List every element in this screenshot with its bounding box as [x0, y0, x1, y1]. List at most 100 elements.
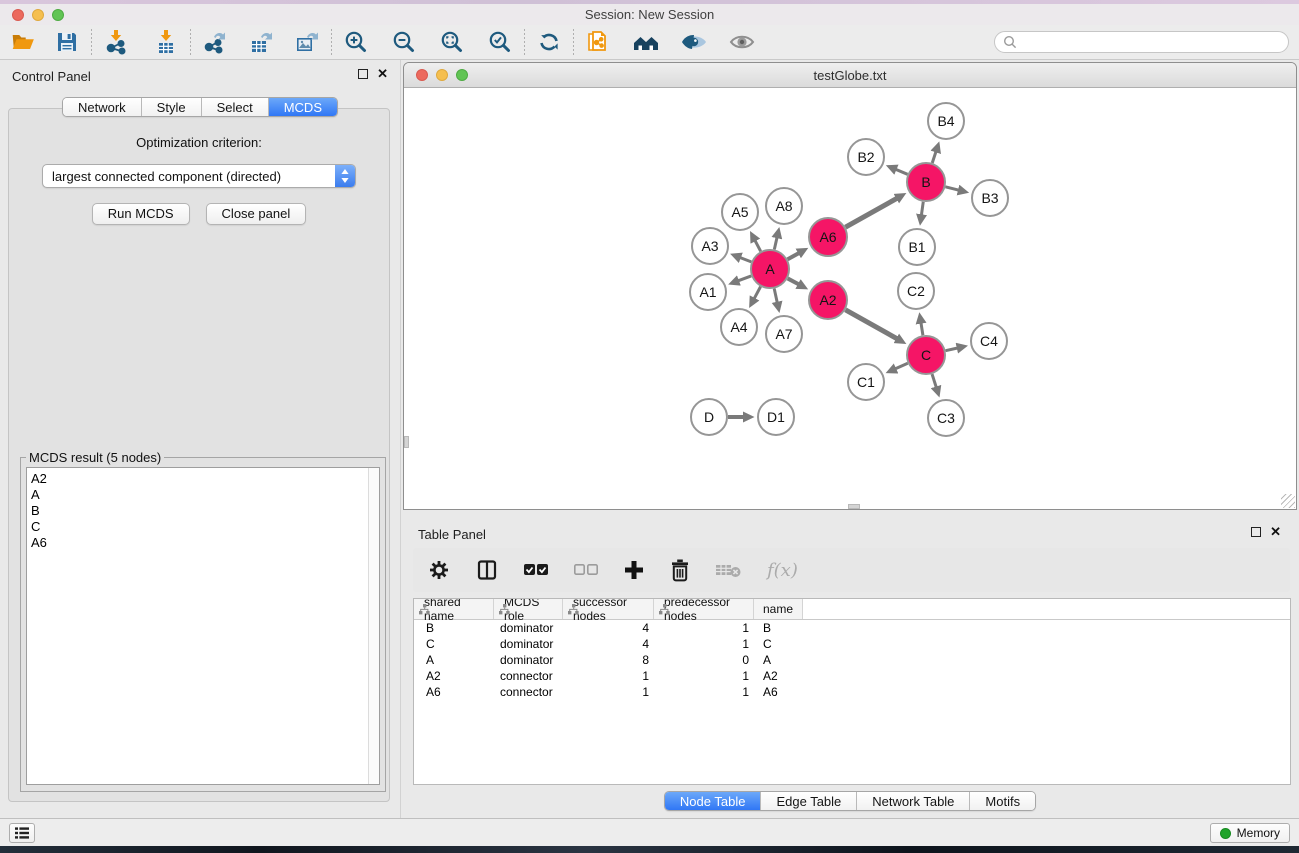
graph-node-C3[interactable]: C3 — [928, 400, 964, 436]
result-item[interactable]: B — [31, 503, 379, 519]
close-panel-icon[interactable]: ✕ — [377, 69, 388, 79]
graph-node-B[interactable]: B — [907, 163, 945, 201]
graph-edge-A6-B[interactable] — [845, 198, 898, 228]
graph-node-B4[interactable]: B4 — [928, 103, 964, 139]
graph-node-A[interactable]: A — [751, 250, 789, 288]
table-cell: C — [754, 636, 803, 652]
graph-node-D[interactable]: D — [691, 399, 727, 435]
search-input[interactable] — [1017, 35, 1280, 49]
graph-edge-A2-C[interactable] — [845, 310, 898, 340]
graph-node-B1[interactable]: B1 — [899, 229, 935, 265]
result-item[interactable]: A — [31, 487, 379, 503]
result-item[interactable]: A6 — [31, 535, 379, 551]
table-row[interactable]: Adominator80A — [414, 652, 1290, 668]
show-network-overview-icon[interactable] — [631, 27, 661, 57]
graph-node-A4[interactable]: A4 — [721, 309, 757, 345]
column-header-successor-nodes[interactable]: successor nodes — [563, 599, 654, 619]
result-item[interactable]: C — [31, 519, 379, 535]
close-table-panel-icon[interactable]: ✕ — [1270, 527, 1281, 537]
graph-edge-A-A2[interactable] — [788, 278, 800, 284]
task-history-button[interactable] — [9, 823, 35, 843]
graphics-details-icon[interactable] — [679, 27, 709, 57]
table-row[interactable]: A2connector11A2 — [414, 668, 1290, 684]
open-file-icon[interactable] — [8, 27, 38, 57]
graph-edge-A-A7[interactable] — [774, 289, 777, 304]
network-canvas[interactable]: B4 B2 B B3 A5A8A6 A3 B1 A A1 C2 A2 A4A7 C4 C C1 C3 D D1 — [404, 89, 1296, 509]
graph-node-A7[interactable]: A7 — [766, 316, 802, 352]
graph-edge-B-B4[interactable] — [932, 150, 936, 163]
network-window-titlebar[interactable]: testGlobe.txt — [404, 63, 1296, 88]
graph-node-B2[interactable]: B2 — [848, 139, 884, 175]
table-row[interactable]: A6connector11A6 — [414, 684, 1290, 700]
column-header-shared-name[interactable]: shared name — [414, 599, 494, 619]
delete-columns-icon[interactable] — [669, 558, 691, 582]
criterion-dropdown[interactable]: largest connected component (directed) — [42, 164, 356, 188]
add-column-icon[interactable] — [623, 559, 645, 581]
graph-edge-A-A8[interactable] — [774, 236, 777, 249]
import-network-icon[interactable] — [101, 27, 131, 57]
export-image-icon[interactable] — [292, 27, 322, 57]
graph-node-A6[interactable]: A6 — [809, 218, 847, 256]
graph-node-C[interactable]: C — [907, 336, 945, 374]
table-row[interactable]: Cdominator41C — [414, 636, 1290, 652]
column-header-predecessor-nodes[interactable]: predecessor nodes — [654, 599, 754, 619]
import-table-icon[interactable] — [151, 27, 181, 57]
canvas-bottom-handle[interactable] — [848, 504, 860, 509]
result-item[interactable]: A2 — [31, 471, 379, 487]
export-network-icon[interactable] — [200, 27, 230, 57]
graph-node-D1[interactable]: D1 — [758, 399, 794, 435]
graph-node-A1[interactable]: A1 — [690, 274, 726, 310]
graph-edge-C-C1[interactable] — [894, 363, 907, 369]
birds-eye-view-icon[interactable] — [727, 27, 757, 57]
graph-node-A5[interactable]: A5 — [722, 194, 758, 230]
settings-gear-icon[interactable] — [427, 558, 451, 582]
memory-button[interactable]: Memory — [1210, 823, 1290, 843]
run-mcds-button[interactable]: Run MCDS — [92, 203, 190, 225]
apply-layout-icon[interactable] — [534, 27, 564, 57]
graph-edge-C-C3[interactable] — [932, 374, 937, 388]
tab-style[interactable]: Style — [142, 98, 202, 116]
graph-edge-A-A5[interactable] — [754, 239, 760, 251]
deselect-all-rows-icon[interactable] — [573, 562, 599, 578]
tab-select[interactable]: Select — [202, 98, 269, 116]
graph-edge-A-A3[interactable] — [739, 257, 751, 262]
tab-network-table[interactable]: Network Table — [857, 792, 970, 810]
graph-edge-B-B3[interactable] — [945, 187, 960, 191]
tab-node-table[interactable]: Node Table — [665, 792, 762, 810]
zoom-in-icon[interactable] — [341, 27, 371, 57]
graph-edge-C-C4[interactable] — [946, 348, 959, 351]
save-session-icon[interactable] — [52, 27, 82, 57]
zoom-selected-icon[interactable] — [485, 27, 515, 57]
tab-mcds[interactable]: MCDS — [269, 98, 337, 116]
graph-edge-A-A4[interactable] — [754, 287, 761, 300]
graph-node-C2[interactable]: C2 — [898, 273, 934, 309]
canvas-left-handle[interactable] — [404, 436, 409, 448]
graph-node-A8[interactable]: A8 — [766, 188, 802, 224]
window-resize-grip[interactable] — [1281, 494, 1295, 508]
tab-motifs[interactable]: Motifs — [970, 792, 1035, 810]
float-panel-icon[interactable] — [358, 69, 368, 79]
column-selector-icon[interactable] — [475, 558, 499, 582]
graph-edge-B-B2[interactable] — [895, 169, 908, 174]
graph-edge-B-B1[interactable] — [921, 202, 923, 216]
export-table-icon[interactable] — [246, 27, 276, 57]
zoom-out-icon[interactable] — [389, 27, 419, 57]
select-all-rows-icon[interactable] — [523, 562, 549, 578]
graph-edge-A-A6[interactable] — [788, 252, 800, 259]
graph-node-A3[interactable]: A3 — [692, 228, 728, 264]
network-from-selection-icon[interactable] — [583, 27, 613, 57]
column-header-name[interactable]: name — [754, 599, 803, 619]
zoom-fit-icon[interactable] — [437, 27, 467, 57]
graph-node-C1[interactable]: C1 — [848, 364, 884, 400]
result-list-scrollbar[interactable] — [368, 468, 379, 784]
tab-network[interactable]: Network — [63, 98, 142, 116]
graph-node-C4[interactable]: C4 — [971, 323, 1007, 359]
graph-edge-C-C2[interactable] — [921, 322, 923, 336]
graph-edge-A-A1[interactable] — [737, 276, 751, 281]
tab-edge-table[interactable]: Edge Table — [761, 792, 857, 810]
close-panel-button[interactable]: Close panel — [206, 203, 307, 225]
column-header-MCDS-role[interactable]: MCDS role — [494, 599, 563, 619]
graph-node-A2[interactable]: A2 — [809, 281, 847, 319]
graph-node-B3[interactable]: B3 — [972, 180, 1008, 216]
float-table-panel-icon[interactable] — [1251, 527, 1261, 537]
